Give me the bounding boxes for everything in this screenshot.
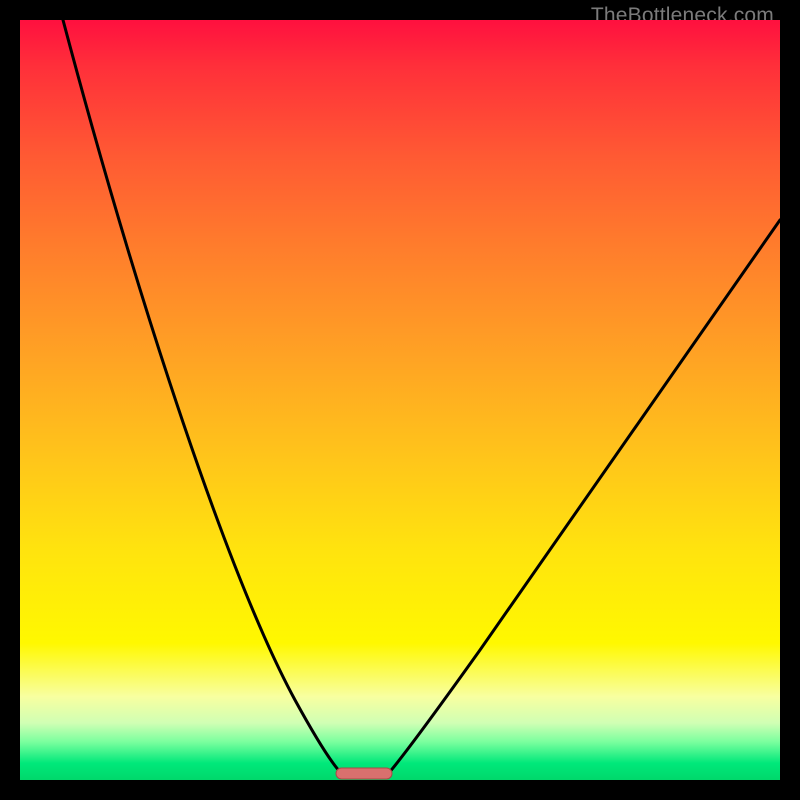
curve-overlay [20, 20, 780, 780]
chart-container: TheBottleneck.com [0, 0, 800, 800]
curve-right [388, 220, 780, 774]
plot-area [20, 20, 780, 780]
curve-left [63, 20, 342, 774]
marker-bar [336, 768, 392, 779]
